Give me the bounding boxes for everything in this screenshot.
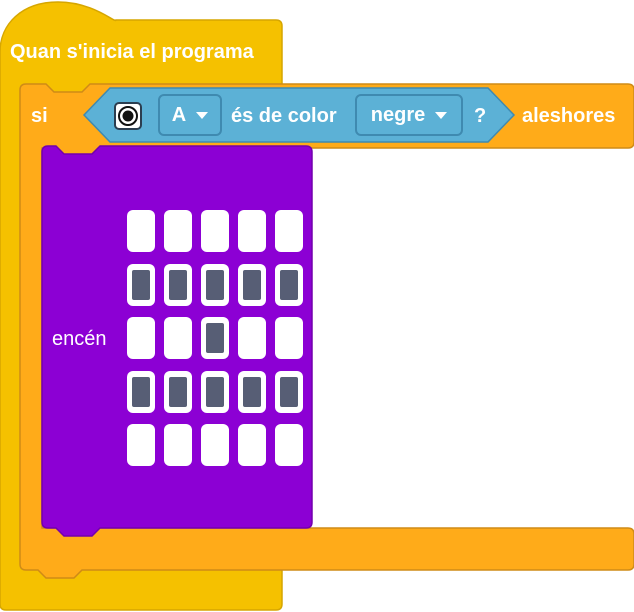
chevron-down-icon bbox=[196, 111, 209, 119]
led-cell[interactable] bbox=[164, 317, 192, 359]
led-cell[interactable] bbox=[201, 370, 229, 413]
color-sensor-icon bbox=[114, 102, 142, 130]
led-cell[interactable] bbox=[238, 424, 266, 466]
code-blocks-canvas bbox=[0, 1, 634, 611]
hat-block-label: Quan s'inicia el programa bbox=[10, 41, 254, 63]
led-cell[interactable] bbox=[275, 263, 303, 306]
led-cell[interactable] bbox=[164, 263, 192, 306]
led-cell[interactable] bbox=[238, 317, 266, 359]
led-cell[interactable] bbox=[275, 424, 303, 466]
display-label: encén bbox=[52, 328, 107, 350]
led-cell[interactable] bbox=[275, 370, 303, 413]
led-cell[interactable] bbox=[127, 317, 155, 359]
led-cell[interactable] bbox=[201, 424, 229, 466]
led-cell[interactable] bbox=[127, 370, 155, 413]
led-cell[interactable] bbox=[201, 317, 229, 359]
led-cell[interactable] bbox=[238, 210, 266, 252]
led-cell[interactable] bbox=[127, 210, 155, 252]
led-cell[interactable] bbox=[238, 263, 266, 306]
led-cell[interactable] bbox=[127, 424, 155, 466]
color-dropdown[interactable]: negre bbox=[355, 94, 463, 136]
led-cell[interactable] bbox=[127, 263, 155, 306]
question-mark: ? bbox=[474, 105, 487, 127]
led-cell[interactable] bbox=[164, 210, 192, 252]
port-value: A bbox=[171, 103, 187, 126]
led-cell[interactable] bbox=[201, 263, 229, 306]
led-cell[interactable] bbox=[275, 317, 303, 359]
then-label: aleshores bbox=[522, 105, 616, 127]
led-cell[interactable] bbox=[238, 370, 266, 413]
chevron-down-icon bbox=[435, 111, 448, 119]
led-cell[interactable] bbox=[164, 370, 192, 413]
color-value: negre bbox=[370, 103, 426, 126]
led-cell[interactable] bbox=[201, 210, 229, 252]
if-label: si bbox=[31, 105, 48, 127]
port-dropdown[interactable]: A bbox=[158, 94, 222, 136]
led-cell[interactable] bbox=[164, 424, 192, 466]
led-cell[interactable] bbox=[275, 210, 303, 252]
condition-text: és de color bbox=[231, 105, 337, 127]
